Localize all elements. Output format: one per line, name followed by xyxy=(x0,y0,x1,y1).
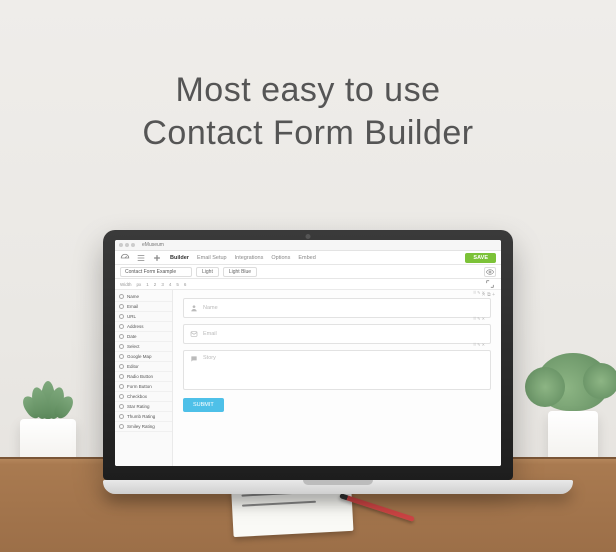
laptop-keyboard-base xyxy=(103,480,573,494)
sidebar-item-address[interactable]: Address xyxy=(115,322,172,332)
sidebar-item-label: URL xyxy=(127,314,136,319)
sidebar-item-name[interactable]: Name xyxy=(115,292,172,302)
headline-line-2: Contact Form Builder xyxy=(0,111,616,155)
col-2[interactable]: 2 xyxy=(154,282,157,287)
fields-sidebar: Name Email URL Address Date Select Googl… xyxy=(115,290,173,466)
sidebar-item-label: Date xyxy=(127,334,137,339)
theme-light-option[interactable]: Light xyxy=(196,267,219,277)
list-icon[interactable] xyxy=(136,253,146,263)
sidebar-item-label: Email xyxy=(127,304,138,309)
plus-icon[interactable] xyxy=(152,253,162,263)
submit-button[interactable]: SUBMIT xyxy=(183,398,224,412)
app-screen: eMuseum Builder Email Setup Integrations… xyxy=(115,240,501,466)
form-canvas[interactable]: ✕ ⧉ + ⠿ ✎ ✕ Name ⠿ ✎ ✕ Email ⠿ ✎ ✕ xyxy=(173,290,501,466)
expand-icon[interactable] xyxy=(484,279,496,289)
user-icon xyxy=(190,304,198,312)
sidebar-item-checkbox[interactable]: Checkbox xyxy=(115,392,172,402)
mail-icon xyxy=(190,330,198,338)
col-6[interactable]: 6 xyxy=(184,282,187,287)
tab-email-setup[interactable]: Email Setup xyxy=(197,255,227,261)
col-4[interactable]: 4 xyxy=(169,282,172,287)
preview-icon[interactable] xyxy=(484,267,496,277)
layout-controls-bar: Width px 1 2 3 4 5 6 xyxy=(115,279,501,290)
col-1[interactable]: 1 xyxy=(146,282,149,287)
sidebar-item-thumb-rating[interactable]: Thumb Rating xyxy=(115,412,172,422)
sidebar-item-url[interactable]: URL xyxy=(115,312,172,322)
hero-headline: Most easy to use Contact Form Builder xyxy=(0,70,616,155)
sidebar-item-date[interactable]: Date xyxy=(115,332,172,342)
sidebar-item-google-map[interactable]: Google Map xyxy=(115,352,172,362)
theme-lightblue-option[interactable]: Light Blue xyxy=(223,267,257,277)
width-label: Width xyxy=(120,282,132,287)
field-placeholder: Story xyxy=(203,355,216,361)
gauge-icon[interactable] xyxy=(120,253,130,263)
laptop: eMuseum Builder Email Setup Integrations… xyxy=(103,230,513,494)
tab-integrations[interactable]: Integrations xyxy=(235,255,264,261)
form-name-input[interactable]: Contact Form Example xyxy=(120,267,192,277)
sidebar-item-star-rating[interactable]: Star Rating xyxy=(115,402,172,412)
sidebar-item-editor[interactable]: Editor xyxy=(115,362,172,372)
width-unit: px xyxy=(137,282,142,287)
main-tabs: Builder Email Setup Integrations Options… xyxy=(170,255,316,261)
col-3[interactable]: 3 xyxy=(161,282,164,287)
field-placeholder: Name xyxy=(203,305,218,311)
sidebar-item-label: Thumb Rating xyxy=(127,414,155,419)
tab-embed[interactable]: Embed xyxy=(298,255,315,261)
builder-body: Name Email URL Address Date Select Googl… xyxy=(115,290,501,466)
sidebar-item-label: Name xyxy=(127,294,139,299)
webcam-dot xyxy=(306,234,311,239)
field-name[interactable]: ⠿ ✎ ✕ Name xyxy=(183,298,491,318)
sidebar-item-email[interactable]: Email xyxy=(115,302,172,312)
app-topbar: Builder Email Setup Integrations Options… xyxy=(115,251,501,265)
browser-title: eMuseum xyxy=(142,242,164,248)
sidebar-item-label: Smiley Rating xyxy=(127,424,155,429)
sidebar-item-smiley-rating[interactable]: Smiley Rating xyxy=(115,422,172,432)
sidebar-item-select[interactable]: Select xyxy=(115,342,172,352)
sidebar-item-label: Select xyxy=(127,344,140,349)
field-placeholder: Email xyxy=(203,331,217,337)
chat-icon xyxy=(190,355,198,363)
field-story[interactable]: ⠿ ✎ ✕ Story xyxy=(183,350,491,390)
laptop-screen-bezel: eMuseum Builder Email Setup Integrations… xyxy=(103,230,513,480)
sidebar-item-label: Form Button xyxy=(127,384,152,389)
field-email[interactable]: ⠿ ✎ ✕ Email xyxy=(183,324,491,344)
sidebar-item-label: Google Map xyxy=(127,354,152,359)
save-button[interactable]: SAVE xyxy=(465,253,496,263)
tab-builder[interactable]: Builder xyxy=(170,255,189,261)
sidebar-item-label: Star Rating xyxy=(127,404,150,409)
browser-titlebar: eMuseum xyxy=(115,240,501,251)
headline-line-1: Most easy to use xyxy=(0,70,616,111)
sidebar-item-form-button[interactable]: Form Button xyxy=(115,382,172,392)
sidebar-item-radio[interactable]: Radio Button xyxy=(115,372,172,382)
window-controls[interactable] xyxy=(119,243,135,247)
sidebar-item-label: Editor xyxy=(127,364,139,369)
form-settings-bar: Contact Form Example Light Light Blue xyxy=(115,265,501,279)
tab-options[interactable]: Options xyxy=(271,255,290,261)
sidebar-item-label: Radio Button xyxy=(127,374,153,379)
sidebar-item-label: Address xyxy=(127,324,144,329)
col-5[interactable]: 5 xyxy=(176,282,179,287)
sidebar-item-label: Checkbox xyxy=(127,394,147,399)
